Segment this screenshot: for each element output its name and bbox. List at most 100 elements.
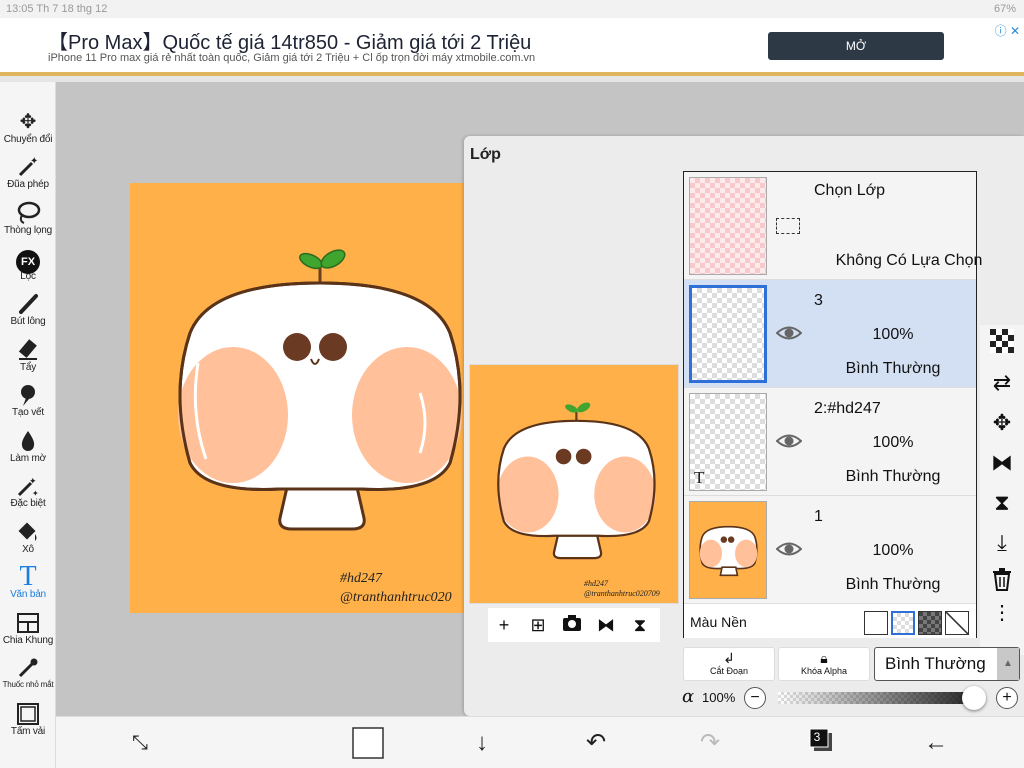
ad-banner[interactable]: 【Pro Max】Quốc tế giá 14tr850 - Giảm giá …	[0, 18, 1024, 76]
svg-text:✦: ✦	[32, 489, 39, 498]
background-label: Màu Nền	[690, 614, 747, 630]
layers-count-button[interactable]: 3	[806, 727, 838, 759]
layer-thumbnail	[689, 285, 767, 383]
tool-text[interactable]: T Văn bản	[0, 563, 56, 601]
layer-thumbnail: T	[689, 393, 767, 491]
tool-lasso[interactable]: Thòng lọng	[0, 201, 56, 236]
canvas-watermark-author: @tranthanhtruc020	[340, 590, 452, 605]
tool-eraser[interactable]: Tẩy	[0, 338, 56, 373]
left-toolbar: ✥ Chuyển đổi ✦ Đũa phép Thòng lọng FX Lọ…	[0, 82, 56, 768]
more-options-icon[interactable]: ⋮	[988, 603, 1016, 635]
clip-arrow-icon: ↲	[723, 650, 735, 666]
tool-transform[interactable]: ✥ Chuyển đổi	[0, 110, 56, 145]
ad-subtitle[interactable]: iPhone 11 Pro max giá rẻ nhất toàn quốc,…	[48, 52, 535, 64]
layer-row-3[interactable]: 3 100% Bình Thường	[684, 280, 976, 388]
undo-icon[interactable]: ↶	[580, 727, 612, 759]
bg-transparent-swatch[interactable]	[891, 611, 915, 635]
ad-headline[interactable]: 【Pro Max】Quốc tế giá 14tr850 - Giảm giá …	[48, 26, 531, 55]
tool-magic-wand[interactable]: ✦ Đũa phép	[0, 155, 56, 190]
canvas-watermark-tag: #hd247	[340, 571, 382, 586]
flip-horizontal-icon[interactable]: ⧓	[594, 614, 618, 636]
redo-icon[interactable]: ↷	[694, 727, 726, 759]
bg-none-swatch[interactable]	[945, 611, 969, 635]
layer-name: 1	[814, 508, 823, 525]
opacity-slider-knob[interactable]	[962, 686, 986, 710]
add-layer-box-icon[interactable]: ⊞	[526, 614, 550, 636]
flip-vertical-icon[interactable]: ⧗	[628, 614, 652, 636]
status-bar: 13:05 Th 7 18 thg 12 67%	[0, 0, 1024, 18]
back-arrow-icon[interactable]: ←	[920, 727, 952, 759]
bg-white-swatch[interactable]	[864, 611, 888, 635]
svg-text:✦: ✦	[29, 476, 37, 486]
tool-frame-divider[interactable]: Chia Khung	[0, 611, 56, 646]
preview-toolbar: + ⊞ ⧓ ⧗	[488, 608, 660, 642]
tool-eyedropper[interactable]: Thuốc nhỏ mắt	[0, 656, 56, 689]
layer-thumbnail	[689, 501, 767, 599]
alpha-symbol: α	[682, 686, 695, 707]
tool-brush[interactable]: Bút lông	[0, 292, 56, 327]
color-swatch[interactable]	[352, 727, 384, 759]
lasso-icon	[0, 201, 56, 225]
layer-row-1[interactable]: 1 100% Bình Thường	[684, 496, 976, 604]
layer-row-2[interactable]: T 2:#hd247 100% Bình Thường	[684, 388, 976, 496]
clipping-button[interactable]: ↲ Cắt Đoạn	[683, 647, 775, 681]
ad-choices-icon[interactable]: ⓘ ✕	[995, 22, 1020, 39]
selection-layer-thumbnail	[689, 177, 767, 275]
opacity-value: 100%	[702, 690, 736, 705]
flip-vertical-layer-icon[interactable]: ⧗	[988, 489, 1016, 517]
camera-icon[interactable]	[560, 614, 584, 636]
blend-mode-select[interactable]: Bình Thường ▲	[874, 647, 1020, 681]
text-layer-marker: T	[694, 468, 705, 487]
frame-divider-icon	[0, 611, 56, 635]
status-time: 13:05 Th 7 18 thg 12	[6, 3, 108, 15]
opacity-slider[interactable]	[778, 692, 974, 704]
ad-open-button[interactable]: MỞ	[768, 32, 944, 60]
top-strip	[0, 76, 1024, 82]
alpha-lock-button[interactable]: 🔒︎ Khóa Alpha	[778, 647, 870, 681]
selection-layer-row[interactable]: Chọn Lớp Không Có Lựa Chọn	[684, 172, 982, 280]
flip-horizontal-layer-icon[interactable]: ⧓	[988, 449, 1016, 477]
add-layer-icon[interactable]: +	[492, 614, 516, 636]
swap-tools-icon[interactable]: ⤡	[124, 727, 156, 759]
preview-watermark-author: @tranthanhtruc020709	[584, 589, 660, 598]
layer-panel: Lớp #hd247 @tranthanhtruc020709 + ⊞ ⧓ ⧗	[464, 136, 1024, 716]
eyedropper-icon	[0, 656, 56, 680]
trash-icon[interactable]	[988, 567, 1016, 595]
layers-count: 3	[813, 730, 821, 744]
opacity-row: α 100% − +	[682, 686, 1022, 710]
drawing-canvas[interactable]: #hd247 @tranthanhtruc020	[130, 183, 505, 613]
move-icon: ✥	[19, 111, 37, 133]
preview-artwork	[497, 402, 656, 560]
tool-blur[interactable]: Làm mờ	[0, 429, 56, 464]
smudge-icon	[0, 383, 56, 407]
bucket-icon	[0, 520, 56, 544]
layer-list: Chọn Lớp Không Có Lựa Chọn 3 100% Bình T…	[683, 171, 982, 638]
background-color-row: Màu Nền	[684, 606, 976, 638]
move-layer-icon[interactable]: ✥	[988, 409, 1016, 437]
selection-layer-title: Chọn Lớp	[814, 182, 885, 199]
opacity-decrease-button[interactable]: −	[744, 687, 766, 709]
layer-panel-title: Lớp	[470, 146, 501, 163]
magic-wand-icon: ✦	[0, 155, 56, 179]
opacity-increase-button[interactable]: +	[996, 687, 1018, 709]
blend-mode-value: Bình Thường	[885, 654, 986, 673]
fx-icon: FX	[0, 247, 56, 274]
special-brush-icon: ✦ ✦	[0, 474, 56, 498]
canvas-icon	[0, 702, 56, 726]
tool-canvas[interactable]: Tấm vải	[0, 702, 56, 737]
merge-down-icon[interactable]: ⤓	[988, 529, 1016, 557]
selection-status: Không Có Lựa Chọn	[835, 252, 983, 269]
mushroom-artwork	[178, 249, 462, 531]
tool-filter[interactable]: FX Lọc	[0, 247, 56, 282]
selection-marquee-icon	[776, 218, 800, 234]
layer-name: 3	[814, 292, 823, 309]
arrow-down-icon[interactable]: ↓	[466, 727, 498, 759]
tool-smudge[interactable]: Tạo vết	[0, 383, 56, 418]
bottom-toolbar: ⤡ ↓ ↶ ↷ 3 ←	[56, 716, 1024, 768]
layer-transfer-icon[interactable]: ⇄	[988, 369, 1016, 397]
tool-special[interactable]: ✦ ✦ Đặc biệt	[0, 474, 56, 509]
tool-bucket[interactable]: Xô	[0, 520, 56, 555]
bg-dark-checker-swatch[interactable]	[918, 611, 942, 635]
checkerboard-icon[interactable]	[988, 329, 1016, 357]
brush-icon	[0, 292, 56, 316]
